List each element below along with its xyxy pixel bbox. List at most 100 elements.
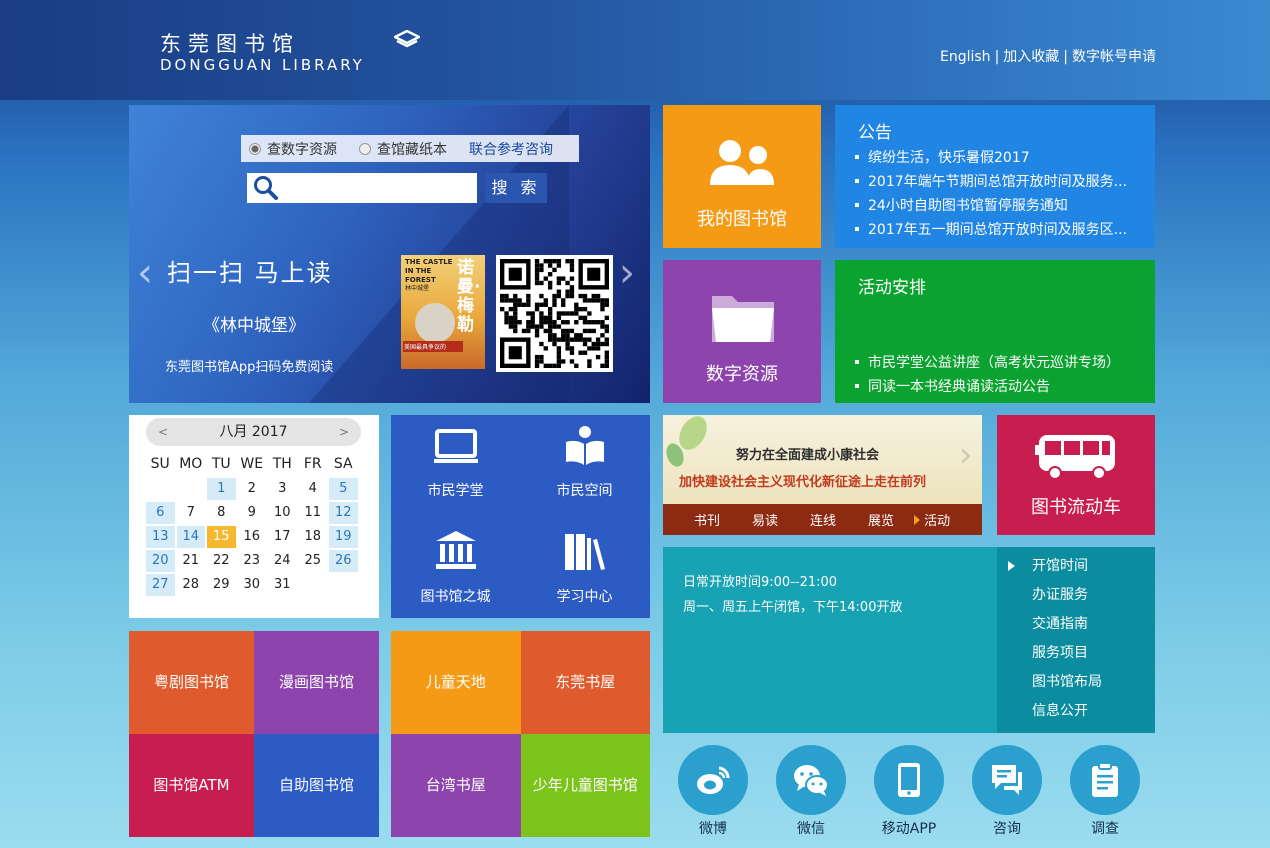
library-city-button[interactable]: 图书馆之城 bbox=[391, 516, 520, 617]
calendar-day[interactable]: 31 bbox=[268, 574, 297, 596]
menu-opening-hours[interactable]: 开馆时间 bbox=[1032, 556, 1102, 585]
hours-daily: 日常开放时间9:00--21:00 bbox=[683, 575, 838, 590]
calendar-day[interactable]: 5 bbox=[329, 478, 358, 500]
weekday-label: FR bbox=[303, 456, 322, 472]
banner-book-name: 《林中城堡》 bbox=[203, 316, 305, 336]
calendar-day[interactable]: 15 bbox=[207, 526, 236, 548]
menu-services[interactable]: 服务项目 bbox=[1032, 643, 1102, 672]
calendar-day[interactable]: 25 bbox=[299, 550, 328, 572]
calendar-day[interactable]: 8 bbox=[207, 502, 236, 524]
notice-item[interactable]: 2017年五一期间总馆开放时间及服务区... bbox=[855, 218, 1127, 242]
calendar-day[interactable]: 17 bbox=[268, 526, 297, 548]
calendar-day[interactable]: 22 bbox=[207, 550, 236, 572]
slide-image[interactable]: 努力在全面建成小康社会 加快建设社会主义现代化新征途上走在前列 › bbox=[663, 415, 982, 504]
tab-journals[interactable]: 书刊 bbox=[694, 510, 720, 529]
tab-easy-read[interactable]: 易读 bbox=[752, 510, 778, 529]
survey-label: 调查 bbox=[1091, 821, 1119, 837]
logo-chinese[interactable]: 东莞图书馆 bbox=[160, 28, 300, 58]
activity-item[interactable]: 市民学堂公益讲座（高考状元巡讲专场） bbox=[855, 351, 1120, 375]
building-icon bbox=[436, 531, 476, 569]
hours-note: 周一、周五上午闭馆，下午14:00开放 bbox=[683, 600, 903, 615]
my-library-tile[interactable]: 我的图书馆 bbox=[663, 105, 821, 248]
calendar-day[interactable]: 19 bbox=[329, 526, 358, 548]
radio-print[interactable]: 查馆藏纸本 bbox=[359, 139, 447, 159]
my-library-label: 我的图书馆 bbox=[697, 209, 787, 230]
calendar-day[interactable]: 7 bbox=[177, 502, 206, 524]
dongguan-bookhouse[interactable]: 东莞书屋 bbox=[520, 631, 650, 734]
mobile-app-label: 移动APP bbox=[881, 821, 937, 837]
calendar-day[interactable]: 3 bbox=[268, 478, 297, 500]
calendar-day[interactable]: 6 bbox=[146, 502, 175, 524]
study-center-button[interactable]: 学习中心 bbox=[520, 516, 649, 617]
taiwan-bookhouse[interactable]: 台湾书屋 bbox=[391, 734, 521, 837]
library-atm[interactable]: 图书馆ATM bbox=[129, 734, 254, 837]
consult-button[interactable]: 咨询 bbox=[972, 745, 1042, 840]
calendar-day[interactable]: 27 bbox=[146, 574, 175, 596]
citizen-space-button[interactable]: 市民空间 bbox=[520, 415, 649, 516]
calendar-day[interactable]: 28 bbox=[177, 574, 206, 596]
notice-title[interactable]: 公告 bbox=[858, 118, 892, 143]
search-button[interactable]: 搜 索 bbox=[485, 173, 547, 203]
calendar-day[interactable]: 21 bbox=[177, 550, 206, 572]
calendar-day[interactable]: 4 bbox=[299, 478, 328, 500]
tab-activities[interactable]: 活动 bbox=[914, 510, 950, 529]
tab-exhibition[interactable]: 展览 bbox=[868, 510, 894, 529]
calendar-day[interactable]: 30 bbox=[238, 574, 267, 596]
activity-title[interactable]: 活动安排 bbox=[858, 273, 926, 298]
reference-link[interactable]: 联合参考咨询 bbox=[469, 139, 553, 159]
calendar-prev-button[interactable]: < bbox=[158, 418, 168, 446]
qr-code-image bbox=[496, 255, 613, 372]
calendar-day[interactable]: 12 bbox=[329, 502, 358, 524]
calendar-day[interactable]: 9 bbox=[238, 502, 267, 524]
separator: | bbox=[1063, 49, 1068, 65]
citizen-school-button[interactable]: 市民学堂 bbox=[391, 415, 520, 516]
calendar-day[interactable]: 16 bbox=[238, 526, 267, 548]
calendar-next-button[interactable]: > bbox=[339, 418, 349, 446]
notice-item[interactable]: 缤纷生活，快乐暑假2017 bbox=[855, 146, 1127, 170]
calendar-day[interactable]: 18 bbox=[299, 526, 328, 548]
calendar-day[interactable]: 13 bbox=[146, 526, 175, 548]
banner-next-arrow[interactable]: › bbox=[619, 250, 635, 296]
calendar-day[interactable]: 14 bbox=[176, 526, 205, 548]
notice-item[interactable]: 2017年端午节期间总馆开放时间及服务... bbox=[855, 170, 1127, 194]
calendar-day[interactable]: 1 bbox=[207, 478, 236, 500]
slide-next-arrow[interactable]: › bbox=[959, 435, 973, 475]
notice-item[interactable]: 24小时自助图书馆暂停服务通知 bbox=[855, 194, 1127, 218]
calendar-day[interactable]: 20 bbox=[146, 550, 175, 572]
menu-info-disclosure[interactable]: 信息公开 bbox=[1032, 701, 1102, 730]
activity-item[interactable]: 同读一本书经典诵读活动公告 bbox=[855, 375, 1120, 399]
menu-card-service[interactable]: 办证服务 bbox=[1032, 585, 1102, 614]
menu-transport[interactable]: 交通指南 bbox=[1032, 614, 1102, 643]
cantonese-opera-library[interactable]: 粤剧图书馆 bbox=[129, 631, 254, 734]
logo-english[interactable]: DONGGUAN LIBRARY bbox=[160, 56, 365, 74]
weibo-button[interactable]: 微博 bbox=[678, 745, 748, 840]
calendar-day[interactable]: 10 bbox=[268, 502, 297, 524]
calendar-day[interactable]: 29 bbox=[207, 574, 236, 596]
top-links: English | 加入收藏 | 数字帐号申请 bbox=[940, 46, 1156, 66]
book-cover-image[interactable]: THE CASTLE IN THE FOREST 林中城堡 诺曼·梅勒 美国最具… bbox=[401, 255, 485, 369]
radio-digital[interactable]: 查数字资源 bbox=[249, 139, 337, 159]
clipboard-icon bbox=[1092, 762, 1118, 797]
calendar-day[interactable]: 26 bbox=[329, 550, 358, 572]
youth-children-library[interactable]: 少年儿童图书馆 bbox=[520, 734, 650, 837]
mobile-app-button[interactable]: 移动APP bbox=[874, 745, 944, 840]
menu-layout[interactable]: 图书馆布局 bbox=[1032, 672, 1102, 701]
children-world[interactable]: 儿童天地 bbox=[391, 631, 521, 734]
calendar-day[interactable]: 11 bbox=[299, 502, 328, 524]
comics-library[interactable]: 漫画图书馆 bbox=[254, 631, 379, 734]
calendar-day[interactable]: 23 bbox=[238, 550, 267, 572]
calendar-grid: SU MO TU WE TH FR SA 1 2 3 4 5 6 7 8 9 10 11 12 13 14 15 16 17 1… bbox=[145, 453, 359, 597]
banner-prev-arrow[interactable]: ‹ bbox=[137, 250, 153, 296]
tab-connect[interactable]: 连线 bbox=[810, 510, 836, 529]
search-input[interactable] bbox=[247, 173, 477, 203]
digital-resources-tile[interactable]: 数字资源 bbox=[663, 260, 821, 403]
bookmobile-tile[interactable]: 图书流动车 bbox=[997, 415, 1155, 535]
wechat-button[interactable]: 微信 bbox=[776, 745, 846, 840]
english-link[interactable]: English bbox=[940, 49, 991, 65]
calendar-day[interactable]: 24 bbox=[268, 550, 297, 572]
add-favorite-link[interactable]: 加入收藏 bbox=[1003, 49, 1059, 65]
survey-button[interactable]: 调查 bbox=[1070, 745, 1140, 840]
self-service-library[interactable]: 自助图书馆 bbox=[254, 734, 379, 837]
calendar-day[interactable]: 2 bbox=[238, 478, 267, 500]
digital-account-link[interactable]: 数字帐号申请 bbox=[1072, 49, 1156, 65]
